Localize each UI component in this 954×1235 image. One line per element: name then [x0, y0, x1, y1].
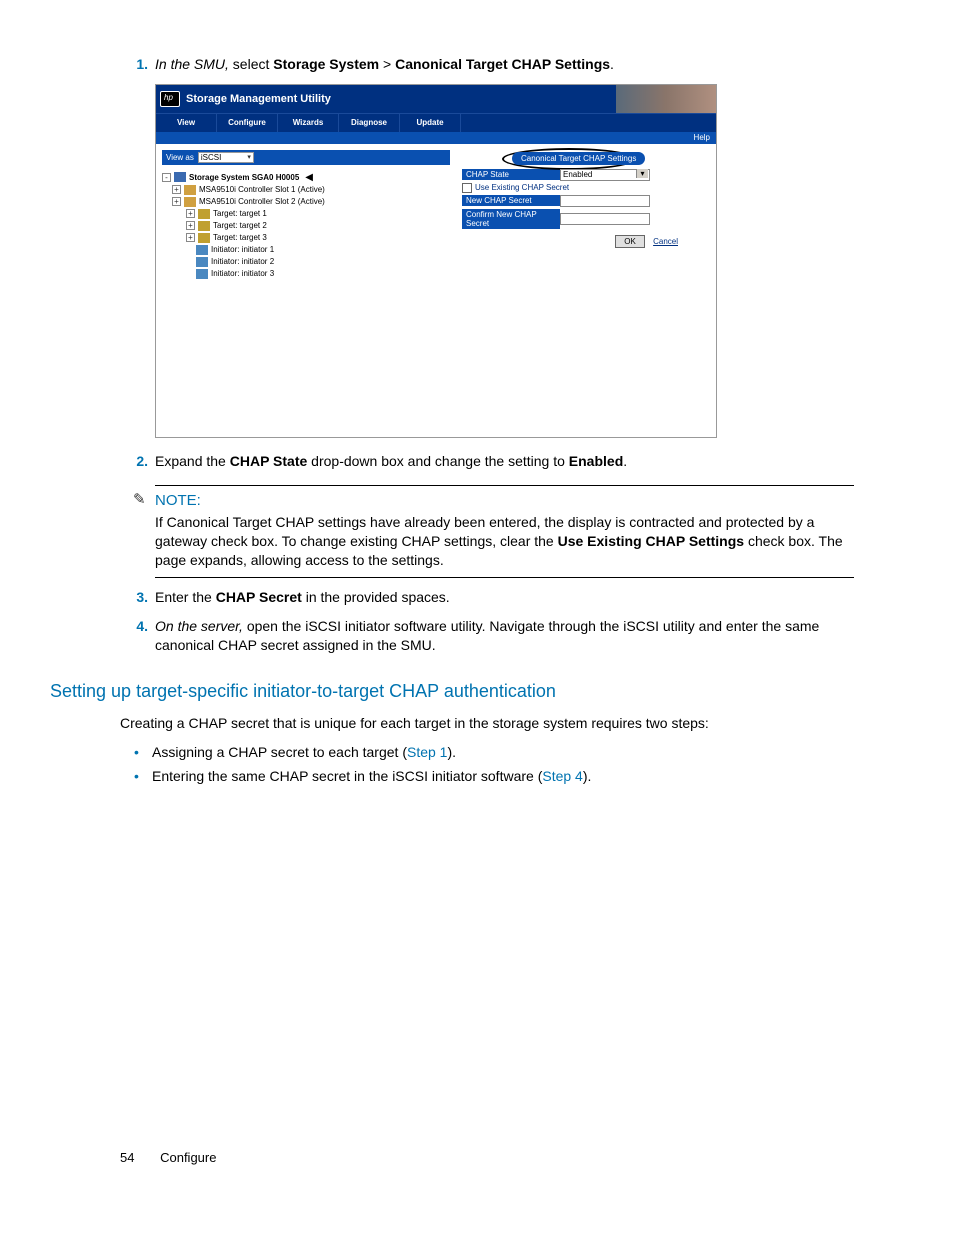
- target-icon: [198, 209, 210, 219]
- note-icon: [133, 492, 149, 508]
- expand-icon[interactable]: +: [172, 197, 181, 206]
- expand-icon[interactable]: +: [186, 221, 195, 230]
- step-number: 4.: [120, 617, 148, 636]
- menu-update[interactable]: Update: [400, 114, 461, 132]
- view-as-bar: View as iSCSI: [162, 150, 450, 165]
- smu-content: Canonical Target CHAP Settings CHAP Stat…: [456, 144, 716, 438]
- chap-state-select[interactable]: Enabled: [560, 169, 650, 181]
- initiator-icon: [196, 269, 208, 279]
- menu-configure[interactable]: Configure: [217, 114, 278, 132]
- new-secret-label: New CHAP Secret: [462, 195, 560, 206]
- footer-section: Configure: [160, 1150, 216, 1165]
- note-body: If Canonical Target CHAP settings have a…: [155, 513, 854, 570]
- tree-root[interactable]: - Storage System SGA0 H0005 ◀: [162, 171, 450, 184]
- step-3: 3. Enter the CHAP Secret in the provided…: [120, 588, 854, 607]
- expand-icon[interactable]: +: [186, 209, 195, 218]
- system-icon: [174, 172, 186, 182]
- use-existing-row[interactable]: Use Existing CHAP Secret: [462, 183, 710, 193]
- use-existing-label: Use Existing CHAP Secret: [475, 183, 569, 192]
- new-secret-row: New CHAP Secret: [462, 195, 710, 207]
- menu-diagnose[interactable]: Diagnose: [339, 114, 400, 132]
- bullet-list: Assigning a CHAP secret to each target (…: [120, 743, 854, 786]
- use-existing-checkbox[interactable]: [462, 183, 472, 193]
- smu-menubar: View Configure Wizards Diagnose Update: [156, 113, 716, 132]
- step-4: 4. On the server, open the iSCSI initiat…: [120, 617, 854, 655]
- step-1: 1. In the SMU, select Storage System > C…: [120, 55, 854, 74]
- expand-icon[interactable]: +: [186, 233, 195, 242]
- panel-title: Canonical Target CHAP Settings: [512, 152, 645, 165]
- smu-header: Storage Management Utility: [156, 85, 716, 113]
- section-heading: Setting up target-specific initiator-to-…: [50, 681, 854, 702]
- tree-initiator2[interactable]: Initiator: initiator 2: [162, 256, 450, 268]
- step4-link[interactable]: Step 4: [542, 768, 582, 784]
- new-secret-input[interactable]: [560, 195, 650, 207]
- confirm-secret-label: Confirm New CHAP Secret: [462, 209, 560, 229]
- tree-target2[interactable]: + Target: target 2: [162, 220, 450, 232]
- confirm-secret-row: Confirm New CHAP Secret: [462, 209, 710, 229]
- tree-target1[interactable]: + Target: target 1: [162, 208, 450, 220]
- menu-view[interactable]: View: [156, 114, 217, 132]
- initiator-icon: [196, 245, 208, 255]
- header-photo: [616, 85, 716, 113]
- page-number: 54: [120, 1150, 134, 1165]
- view-as-select[interactable]: iSCSI: [198, 152, 254, 163]
- step-number: 1.: [120, 55, 148, 74]
- tree-ctrl2[interactable]: + MSA9510i Controller Slot 2 (Active): [162, 196, 450, 208]
- expand-icon[interactable]: +: [172, 185, 181, 194]
- page-footer: 54 Configure: [120, 1150, 216, 1165]
- step1-prefix: In the SMU,: [155, 56, 229, 72]
- ok-button[interactable]: OK: [615, 235, 645, 248]
- initiator-icon: [196, 257, 208, 267]
- hp-logo-icon: [160, 91, 180, 107]
- controller-icon: [184, 197, 196, 207]
- controller-icon: [184, 185, 196, 195]
- confirm-secret-input[interactable]: [560, 213, 650, 225]
- smu-screenshot: Storage Management Utility View Configur…: [120, 84, 854, 438]
- step1-link[interactable]: Step 1: [407, 744, 447, 760]
- target-icon: [198, 233, 210, 243]
- cancel-button[interactable]: Cancel: [651, 236, 680, 247]
- collapse-icon[interactable]: -: [162, 173, 171, 182]
- menu-wizards[interactable]: Wizards: [278, 114, 339, 132]
- chap-state-label: CHAP State: [462, 169, 560, 180]
- view-as-label: View as: [166, 153, 194, 162]
- tree-initiator1[interactable]: Initiator: initiator 1: [162, 244, 450, 256]
- step-number: 3.: [120, 588, 148, 607]
- help-link[interactable]: Help: [156, 132, 716, 144]
- section-intro: Creating a CHAP secret that is unique fo…: [120, 714, 854, 733]
- target-icon: [198, 221, 210, 231]
- step-number: 2.: [120, 452, 148, 471]
- chap-state-row: CHAP State Enabled: [462, 169, 710, 181]
- tree-target3[interactable]: + Target: target 3: [162, 232, 450, 244]
- nav-tree: - Storage System SGA0 H0005 ◀ + MSA9510i…: [162, 171, 450, 280]
- bullet-2: Entering the same CHAP secret in the iSC…: [120, 767, 854, 787]
- pointer-arrow-icon: ◀: [305, 172, 313, 183]
- note-title: NOTE:: [155, 492, 201, 509]
- note-block: NOTE: If Canonical Target CHAP settings …: [155, 485, 854, 579]
- tree-initiator3[interactable]: Initiator: initiator 3: [162, 268, 450, 280]
- smu-title: Storage Management Utility: [186, 93, 331, 105]
- tree-ctrl1[interactable]: + MSA9510i Controller Slot 1 (Active): [162, 184, 450, 196]
- smu-sidebar: View as iSCSI - Storage System SGA0 H000…: [156, 144, 456, 438]
- bullet-1: Assigning a CHAP secret to each target (…: [120, 743, 854, 763]
- step-2: 2. Expand the CHAP State drop-down box a…: [120, 452, 854, 471]
